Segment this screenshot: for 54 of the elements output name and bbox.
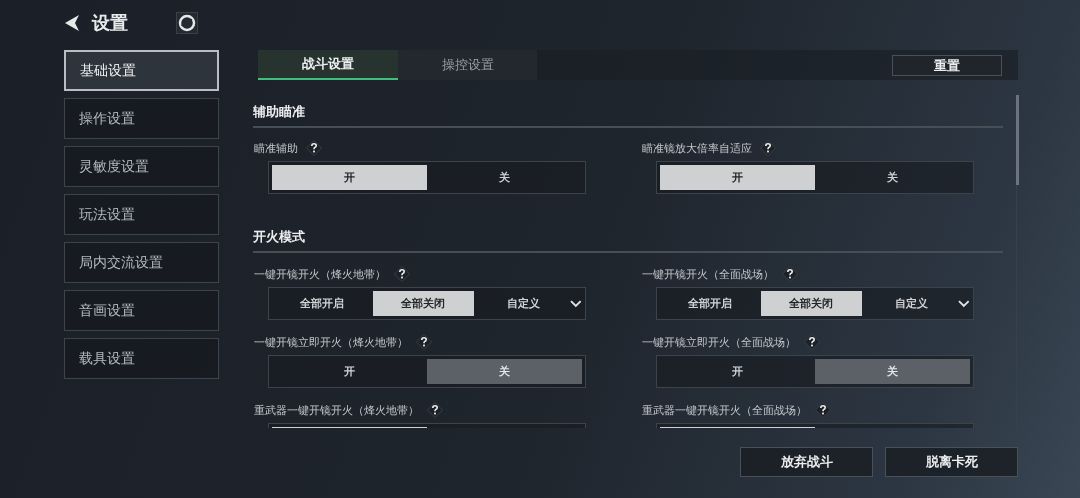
sidebar-item[interactable]: 载具设置 — [64, 338, 219, 379]
option[interactable]: 全部关闭 — [760, 291, 862, 316]
help-icon[interactable] — [782, 266, 798, 282]
setting-label: 一键开镜开火（全面战场） — [642, 266, 774, 282]
sidebar-item[interactable]: 操作设置 — [64, 98, 219, 139]
option[interactable]: 关 — [815, 165, 970, 190]
option[interactable]: 开 — [660, 359, 815, 384]
help-icon[interactable] — [804, 334, 820, 350]
help-icon[interactable] — [815, 402, 831, 418]
option[interactable]: 关 — [427, 165, 582, 190]
option[interactable]: 开 — [272, 165, 427, 190]
action-button[interactable]: 脱离卡死 — [885, 447, 1018, 477]
setting-label: 一键开镜开火（烽火地带） — [254, 266, 386, 282]
option[interactable]: 全部开启 — [660, 291, 761, 316]
option-selector[interactable]: 全部开启 全部关闭 自定义 — [268, 287, 586, 320]
toggle-switch[interactable]: 开 关 — [656, 161, 974, 194]
sidebar-item[interactable]: 基础设置 — [64, 50, 219, 91]
tab[interactable]: 战斗设置 — [258, 50, 398, 80]
option[interactable]: 开 — [660, 165, 815, 190]
section-heading: 开火模式 — [253, 229, 305, 244]
setting-label: 瞄准辅助 — [254, 140, 298, 156]
toggle-switch[interactable]: 开 关 — [268, 355, 586, 388]
help-icon[interactable] — [306, 140, 322, 156]
action-button[interactable]: 放弃战斗 — [740, 447, 873, 477]
option[interactable]: 关 — [815, 359, 970, 384]
option[interactable]: 自定义 — [473, 291, 575, 316]
sidebar-item[interactable]: 音画设置 — [64, 290, 219, 331]
setting-label: 重武器一键开镜开火（全面战场） — [642, 402, 807, 418]
page-title: 设置 — [92, 11, 128, 35]
sidebar-item[interactable]: 灵敏度设置 — [64, 146, 219, 187]
toggle-switch[interactable]: 开 关 — [656, 355, 974, 388]
sidebar-item[interactable]: 玩法设置 — [64, 194, 219, 235]
reset-button[interactable]: 重置 — [892, 54, 1002, 76]
option[interactable]: 关 — [427, 359, 582, 384]
option[interactable]: 全部开启 — [272, 291, 373, 316]
option-selector[interactable]: 全部开启 全部关闭 自定义 — [656, 287, 974, 320]
section-heading: 辅助瞄准 — [253, 104, 305, 119]
tab[interactable]: 操控设置 — [398, 50, 537, 80]
option[interactable]: 开 — [272, 359, 427, 384]
help-icon[interactable] — [416, 334, 432, 350]
emblem-icon[interactable] — [176, 12, 198, 34]
setting-label: 瞄准镜放大倍率自适应 — [642, 140, 752, 156]
setting-label: 一键开镜立即开火（全面战场） — [642, 334, 796, 350]
setting-label: 重武器一键开镜开火（烽火地带） — [254, 402, 419, 418]
chevron-down-icon[interactable] — [570, 299, 582, 308]
option[interactable]: 自定义 — [861, 291, 963, 316]
setting-label: 一键开镜立即开火（烽火地带） — [254, 334, 408, 350]
help-icon[interactable] — [394, 266, 410, 282]
toggle-switch[interactable]: 开 关 — [268, 161, 586, 194]
sidebar-item[interactable]: 局内交流设置 — [64, 242, 219, 283]
option[interactable]: 全部关闭 — [372, 291, 474, 316]
help-icon[interactable] — [427, 402, 443, 418]
chevron-down-icon[interactable] — [958, 299, 970, 308]
help-icon[interactable] — [760, 140, 776, 156]
